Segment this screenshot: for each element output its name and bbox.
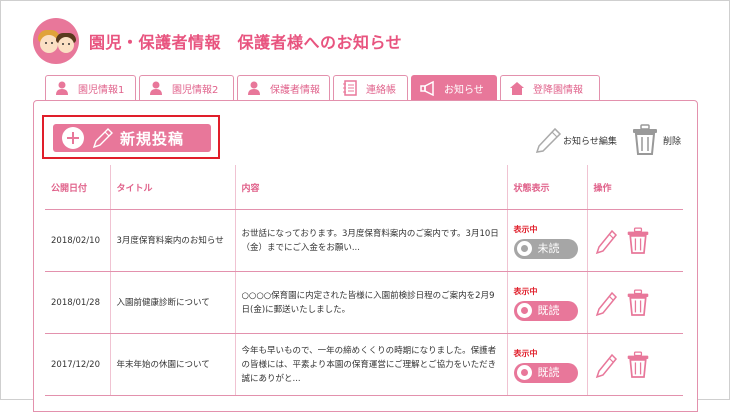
edit-notice-button[interactable]: お知らせ編集 xyxy=(533,126,617,154)
eye-icon xyxy=(516,303,532,318)
delete-button[interactable]: 削除 xyxy=(631,124,681,156)
column-header-title[interactable]: タイトル xyxy=(109,165,235,210)
tab-label: 連絡帳 xyxy=(366,84,396,96)
read-label: 既読 xyxy=(537,303,560,317)
table-header-row: 公開日付 タイトル 内容 状態表示 操作 xyxy=(45,165,683,210)
table-row[interactable]: 2018/02/10 3月度保育料案内のお知らせ お世話になっております。3月度… xyxy=(45,209,683,272)
plus-icon xyxy=(62,127,84,149)
delete-label: 削除 xyxy=(663,136,682,147)
person-icon xyxy=(248,81,260,95)
pencil-icon[interactable] xyxy=(594,227,618,255)
tab-guardian-info[interactable]: 保護者情報 xyxy=(237,75,330,100)
status-badge: 表示中 xyxy=(513,286,538,296)
cell-actions xyxy=(586,209,683,272)
avatar xyxy=(33,18,79,64)
tab-label: 園児情報1 xyxy=(78,84,125,96)
read-toggle[interactable]: 既読 xyxy=(513,362,578,383)
person-icon xyxy=(56,81,68,95)
megaphone-icon xyxy=(420,80,434,96)
trash-icon[interactable] xyxy=(626,288,650,318)
notebook-icon xyxy=(343,80,357,96)
new-post-highlight: 新規投稿 xyxy=(42,115,220,159)
tab-label: 園児情報2 xyxy=(172,84,219,96)
pencil-icon[interactable] xyxy=(594,351,618,379)
cell-title: 入園前健康診断について xyxy=(109,271,235,334)
tab-notices[interactable]: お知らせ xyxy=(411,75,497,100)
tab-label: 登降園情報 xyxy=(533,84,583,96)
new-post-button[interactable]: 新規投稿 xyxy=(53,124,211,152)
pencil-icon xyxy=(92,128,113,149)
edit-label: お知らせ編集 xyxy=(563,136,617,147)
eye-icon xyxy=(516,241,532,256)
cell-content: お世話になっております。3月度保育料案内のご案内です。3月10日（金）までにご入… xyxy=(234,209,507,272)
pencil-icon[interactable] xyxy=(594,289,618,317)
table-row[interactable]: 2018/01/28 入園前健康診断について ○○○○保育園に内定された皆様に入… xyxy=(45,271,683,334)
tab-bar: 園児情報1 園児情報2 保護者情報 連絡帳 お知らせ 登降園情報 xyxy=(45,75,600,100)
eye-icon xyxy=(516,365,532,380)
cell-status: 表示中 既読 xyxy=(506,333,587,396)
cell-status: 表示中 既読 xyxy=(506,271,587,334)
read-toggle[interactable]: 既読 xyxy=(513,300,578,321)
house-icon xyxy=(510,82,524,95)
page-title: 園児・保護者情報 保護者様へのお知らせ xyxy=(89,33,403,52)
person-icon xyxy=(150,81,162,95)
tab-contact-book[interactable]: 連絡帳 xyxy=(333,75,408,100)
unread-toggle[interactable]: 未読 xyxy=(513,238,578,259)
notices-table: 公開日付 タイトル 内容 状態表示 操作 2018/02/10 3月度保育料案内… xyxy=(45,165,683,396)
read-label: 未読 xyxy=(537,241,560,255)
read-label: 既読 xyxy=(537,365,560,379)
cell-date: 2018/01/28 xyxy=(45,271,110,334)
column-header-content: 内容 xyxy=(234,165,507,210)
cell-status: 表示中 未読 xyxy=(506,209,587,272)
tab-child-info-2[interactable]: 園児情報2 xyxy=(139,75,234,100)
page-header: 園児・保護者情報 保護者様へのお知らせ xyxy=(33,18,402,64)
cell-actions xyxy=(586,271,683,334)
cell-date: 2017/12/20 xyxy=(45,333,110,396)
column-header-status: 状態表示 xyxy=(506,165,587,210)
pencil-icon xyxy=(535,127,562,153)
status-badge: 表示中 xyxy=(513,348,538,358)
trash-icon[interactable] xyxy=(626,350,650,380)
cell-date: 2018/02/10 xyxy=(45,209,110,272)
trash-icon[interactable] xyxy=(626,226,650,256)
cell-title: 年末年始の休園について xyxy=(109,333,235,396)
tab-attendance-info[interactable]: 登降園情報 xyxy=(500,75,600,100)
cell-content: 今年も早いもので、一年の締めくくりの時期になりました。保護者の皆様には、平素より… xyxy=(234,333,507,396)
tab-child-info-1[interactable]: 園児情報1 xyxy=(45,75,136,100)
tab-label: お知らせ xyxy=(444,84,484,96)
tab-label: 保護者情報 xyxy=(270,84,320,96)
column-header-actions: 操作 xyxy=(586,165,683,210)
column-header-date[interactable]: 公開日付 xyxy=(45,165,110,210)
cell-actions xyxy=(586,333,683,396)
cell-content: ○○○○保育園に内定された皆様に入園前検診日程のご案内を2月9日(金)に郵送いた… xyxy=(234,271,507,334)
table-row[interactable]: 2017/12/20 年末年始の休園について 今年も早いもので、一年の締めくくり… xyxy=(45,333,683,396)
status-badge: 表示中 xyxy=(513,224,538,234)
cell-title: 3月度保育料案内のお知らせ xyxy=(109,209,235,272)
trash-icon xyxy=(633,124,657,155)
new-post-label: 新規投稿 xyxy=(120,129,185,148)
